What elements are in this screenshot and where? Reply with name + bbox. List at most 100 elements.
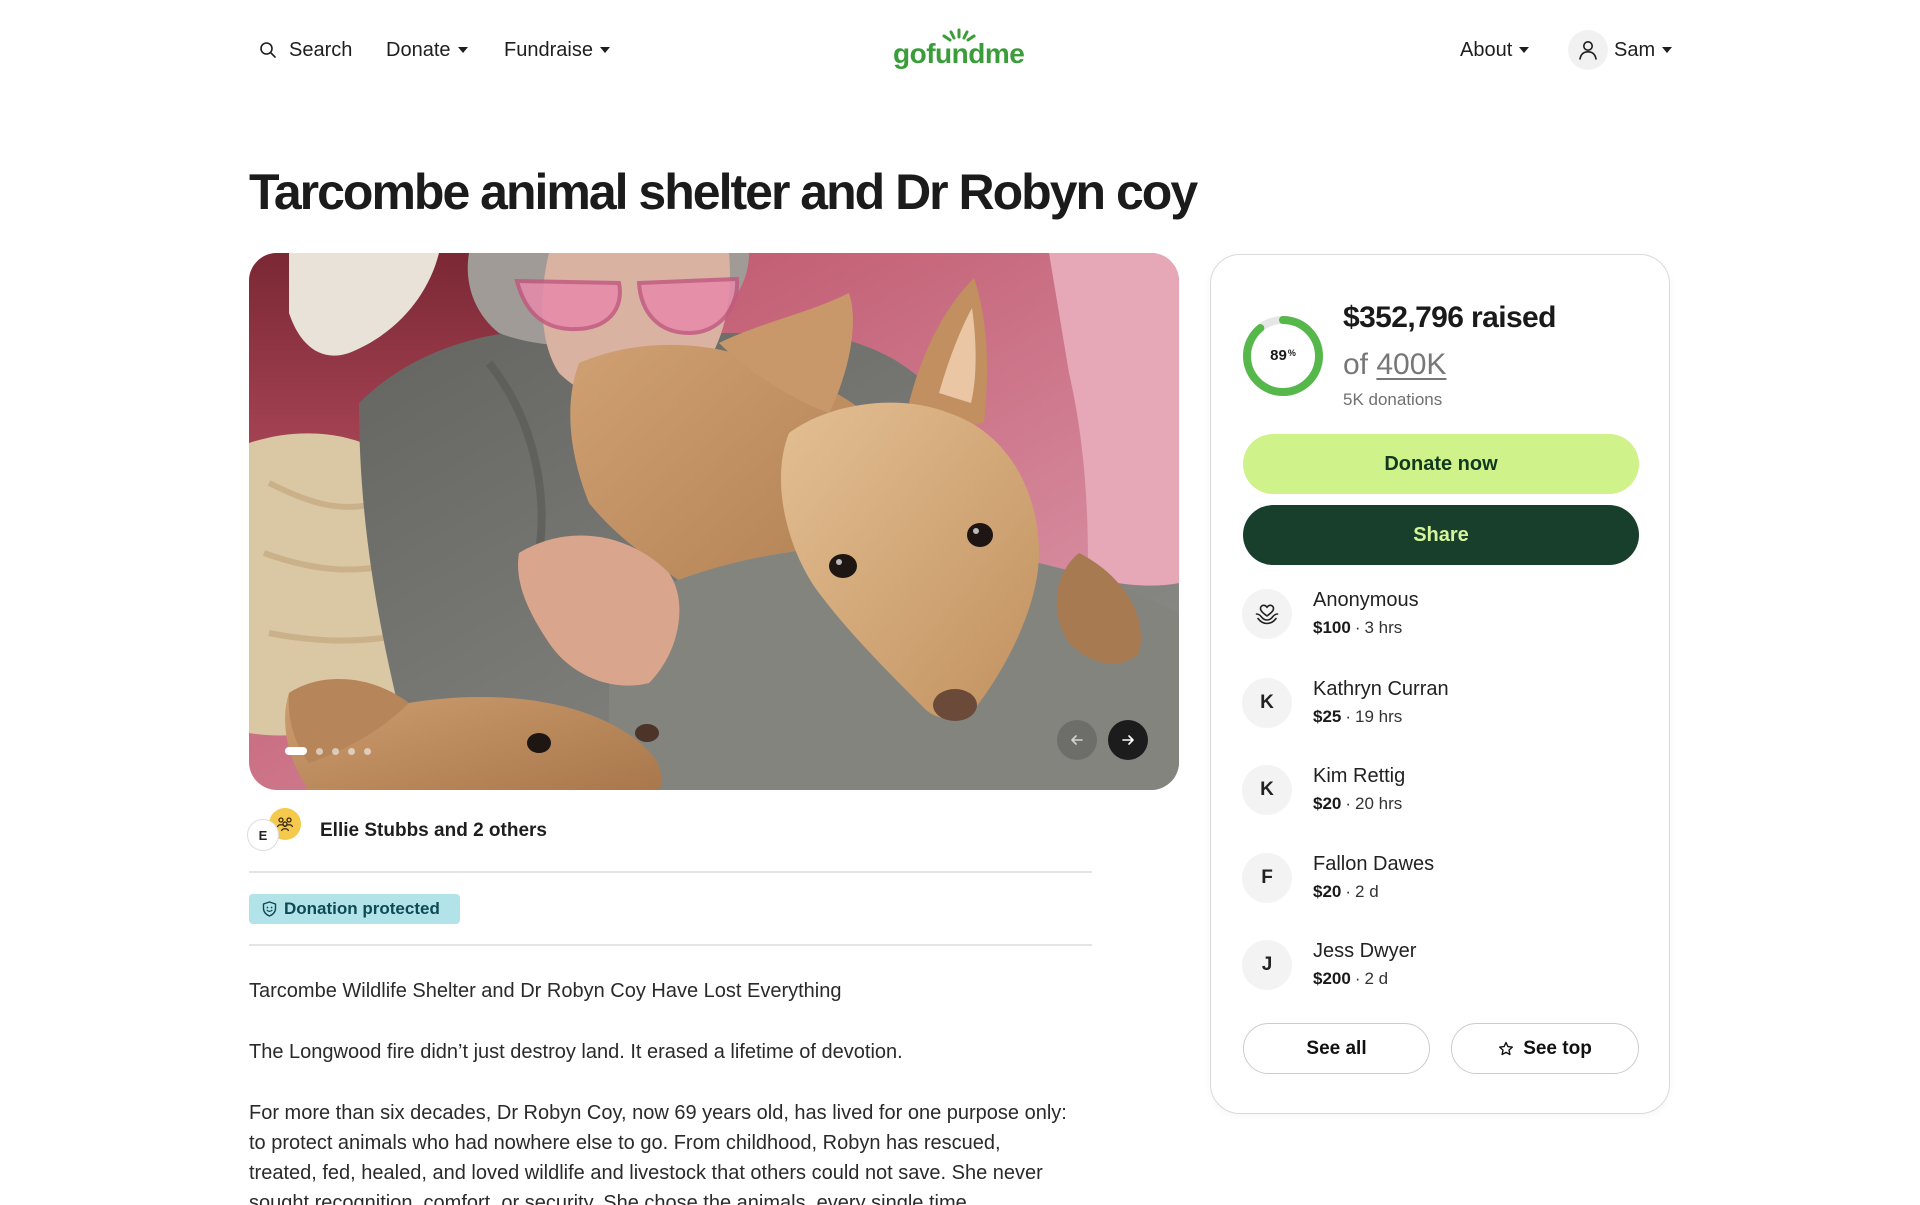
donor-name: Kim Rettig <box>1313 765 1406 787</box>
search-icon <box>259 40 279 60</box>
meta-separator: · <box>1354 969 1361 988</box>
donation-time: 2 d <box>1364 969 1389 988</box>
shield-icon <box>262 901 277 917</box>
arrow-right-icon <box>1122 735 1134 745</box>
donation-list-item: F Fallon Dawes $20 · 2 d <box>1242 850 1642 906</box>
donation-list-item: J Jess Dwyer $200 · 2 d <box>1242 937 1642 993</box>
story-line: Tarcombe Wildlife Shelter and Dr Robyn C… <box>249 980 842 1002</box>
hands-heart-icon <box>1255 604 1279 625</box>
user-avatar[interactable] <box>1568 30 1608 70</box>
meta-separator: · <box>1345 882 1352 901</box>
carousel-next-button[interactable] <box>1108 720 1148 760</box>
progress-percent-sign: % <box>1287 348 1296 358</box>
donation-protected-badge[interactable]: Donation protected <box>249 894 460 924</box>
user-menu[interactable]: Sam <box>1614 36 1673 64</box>
donate-menu-label: Donate <box>386 39 451 61</box>
carousel-dot[interactable] <box>316 747 323 755</box>
donor-name: Fallon Dawes <box>1313 853 1435 875</box>
divider <box>249 871 1092 873</box>
see-top-button[interactable]: See top <box>1451 1023 1639 1074</box>
donation-time: 2 d <box>1355 882 1379 901</box>
donation-list-item: Anonymous $100 · 3 hrs <box>1242 586 1642 642</box>
carousel-prev-button[interactable] <box>1057 720 1097 760</box>
carousel-dot[interactable] <box>348 747 355 755</box>
donation-card: 89 % $352,796 raised of 400K 5K donation… <box>1210 254 1670 1114</box>
donation-amount: $200 <box>1313 969 1351 988</box>
user-name: Sam <box>1614 39 1656 61</box>
donation-list-item: K Kathryn Curran $25 · 19 hrs <box>1242 675 1642 731</box>
donation-meta: $100 · 3 hrs <box>1313 616 1402 640</box>
caret-down-icon <box>457 47 468 53</box>
story-paragraph: For more than six decades, Dr Robyn Coy,… <box>249 1098 1092 1205</box>
see-all-button[interactable]: See all <box>1243 1023 1430 1074</box>
fundraise-menu-label: Fundraise <box>504 39 593 61</box>
story-line: The Longwood fire didn’t just destroy la… <box>249 1041 903 1063</box>
carousel-dot-active[interactable] <box>285 747 307 755</box>
caret-down-icon <box>1519 47 1530 53</box>
donor-avatar: J <box>1242 940 1292 990</box>
search-label: Search <box>289 39 353 61</box>
donation-count: 5K donations <box>1343 390 1443 409</box>
donation-protected-label: Donation protected <box>284 899 440 918</box>
carousel-dot[interactable] <box>364 747 371 755</box>
see-top-label: See top <box>1523 1037 1592 1059</box>
progress-percent-value: 89 <box>1270 347 1287 364</box>
group-icon <box>276 817 294 832</box>
story-line: sought recognition, comfort, or security… <box>249 1192 973 1205</box>
donation-amount: $100 <box>1313 618 1351 637</box>
goal-amount[interactable]: 400K <box>1376 348 1446 381</box>
carousel-dots <box>285 747 371 755</box>
organizer-names[interactable]: Ellie Stubbs and 2 others <box>320 818 547 844</box>
donate-menu[interactable]: Donate <box>386 36 468 64</box>
donor-name: Jess Dwyer <box>1313 940 1417 962</box>
fundraise-menu[interactable]: Fundraise <box>504 36 610 64</box>
donation-meta: $20 · 20 hrs <box>1313 792 1402 816</box>
about-menu[interactable]: About <box>1460 36 1530 64</box>
goal-prefix: of <box>1343 348 1369 381</box>
donor-avatar <box>1242 589 1292 639</box>
user-icon <box>1579 41 1597 60</box>
donation-time: 20 hrs <box>1355 794 1403 813</box>
donation-amount: $25 <box>1313 707 1342 726</box>
campaign-title: Tarcombe animal shelter and Dr Robyn coy <box>249 164 1198 220</box>
search-button[interactable]: Search <box>259 36 352 64</box>
donor-name: Anonymous <box>1313 589 1419 611</box>
meta-separator: · <box>1345 707 1352 726</box>
goal-line: of 400K <box>1343 347 1446 383</box>
organizer-avatar[interactable]: E <box>247 819 279 851</box>
star-icon <box>1499 1041 1514 1055</box>
donation-meta: $25 · 19 hrs <box>1313 705 1402 729</box>
donation-meta: $200 · 2 d <box>1313 967 1388 991</box>
share-button[interactable]: Share <box>1243 505 1639 565</box>
campaign-photo-carousel[interactable] <box>249 253 1179 790</box>
donation-time: 19 hrs <box>1355 707 1403 726</box>
donate-now-button[interactable]: Donate now <box>1243 434 1639 494</box>
organizer-initial: E <box>258 827 268 843</box>
gofundme-logo[interactable]: gofundme <box>893 28 1029 74</box>
divider <box>249 944 1092 946</box>
campaign-photo <box>249 253 1179 790</box>
donor-avatar: F <box>1242 853 1292 903</box>
donor-name: Kathryn Curran <box>1313 678 1449 700</box>
story-paragraph: The Longwood fire didn’t just destroy la… <box>249 1037 1092 1067</box>
about-menu-label: About <box>1460 39 1513 61</box>
logo-wordmark: gofundme <box>893 38 1025 69</box>
story-line: to protect animals who had nowhere else … <box>249 1132 1001 1154</box>
arrow-left-icon <box>1071 735 1083 745</box>
donation-amount: $20 <box>1313 794 1342 813</box>
donation-meta: $20 · 2 d <box>1313 880 1379 904</box>
story-line: treated, fed, healed, and loved wildlife… <box>249 1162 1043 1184</box>
meta-separator: · <box>1345 794 1352 813</box>
caret-down-icon <box>599 47 610 53</box>
story-line: For more than six decades, Dr Robyn Coy,… <box>249 1102 1067 1124</box>
donor-avatar: K <box>1242 678 1292 728</box>
donation-list-item: K Kim Rettig $20 · 20 hrs <box>1242 762 1642 818</box>
progress-percent: 89 % <box>1241 314 1325 398</box>
see-all-label: See all <box>1306 1037 1367 1059</box>
story-paragraph: Tarcombe Wildlife Shelter and Dr Robyn C… <box>249 976 1092 1006</box>
donation-time: 3 hrs <box>1364 618 1403 637</box>
meta-separator: · <box>1354 618 1361 637</box>
carousel-dot[interactable] <box>332 747 339 755</box>
donor-avatar: K <box>1242 765 1292 815</box>
caret-down-icon <box>1662 47 1673 53</box>
